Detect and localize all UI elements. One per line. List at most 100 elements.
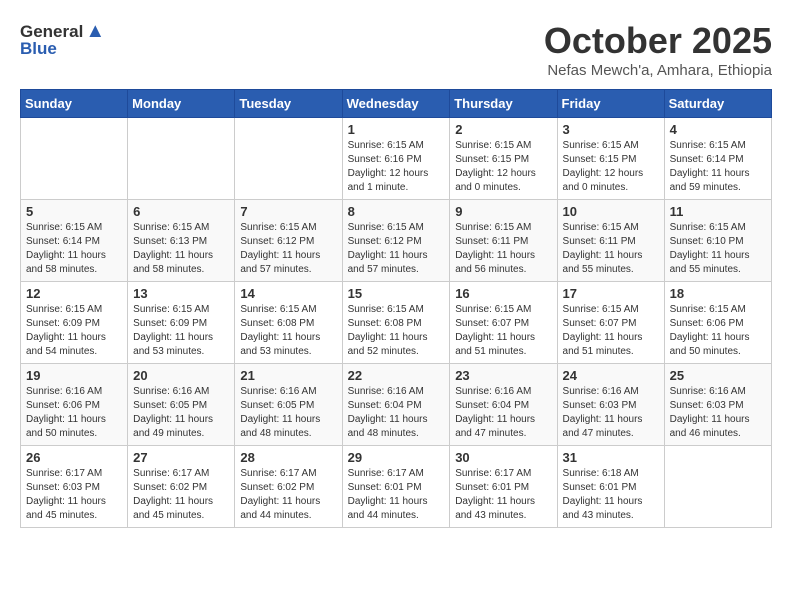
day-info: Sunrise: 6:16 AM Sunset: 6:05 PM Dayligh… [240, 385, 336, 441]
location-subtitle: Nefas Mewch'a, Amhara, Ethiopia [544, 62, 772, 79]
day-number: 7 [240, 204, 336, 219]
calendar-cell: 23 Sunrise: 6:16 AM Sunset: 6:04 PM Dayli… [450, 364, 557, 446]
day-info: Sunrise: 6:15 AM Sunset: 6:06 PM Dayligh… [670, 303, 766, 359]
day-info: Sunrise: 6:17 AM Sunset: 6:01 PM Dayligh… [455, 467, 551, 523]
day-number: 22 [348, 368, 445, 383]
calendar-cell: 9 Sunrise: 6:15 AM Sunset: 6:11 PM Daylig… [450, 200, 557, 282]
day-number: 26 [26, 450, 122, 465]
calendar-cell: 6 Sunrise: 6:15 AM Sunset: 6:13 PM Daylig… [128, 200, 235, 282]
calendar-cell: 11 Sunrise: 6:15 AM Sunset: 6:10 PM Dayli… [664, 200, 771, 282]
day-number: 10 [563, 204, 659, 219]
calendar-cell: 27 Sunrise: 6:17 AM Sunset: 6:02 PM Dayli… [128, 446, 235, 528]
day-number: 11 [670, 204, 766, 219]
day-number: 30 [455, 450, 551, 465]
day-number: 9 [455, 204, 551, 219]
weekday-header-thursday: Thursday [450, 90, 557, 118]
calendar-cell: 29 Sunrise: 6:17 AM Sunset: 6:01 PM Dayli… [342, 446, 450, 528]
calendar-cell: 4 Sunrise: 6:15 AM Sunset: 6:14 PM Daylig… [664, 118, 771, 200]
day-number: 29 [348, 450, 445, 465]
calendar-cell: 14Sunrise: 6:15 AM Sunset: 6:08 PM Dayli… [235, 282, 342, 364]
day-info: Sunrise: 6:16 AM Sunset: 6:06 PM Dayligh… [26, 385, 122, 441]
day-info: Sunrise: 6:17 AM Sunset: 6:02 PM Dayligh… [133, 467, 229, 523]
day-number: 3 [563, 122, 659, 137]
calendar-week-4: 19 Sunrise: 6:16 AM Sunset: 6:06 PM Dayli… [21, 364, 772, 446]
day-number: 27 [133, 450, 229, 465]
day-info: Sunrise: 6:16 AM Sunset: 6:03 PM Dayligh… [563, 385, 659, 441]
calendar-cell: 25 Sunrise: 6:16 AM Sunset: 6:03 PM Dayli… [664, 364, 771, 446]
day-number: 2 [455, 122, 551, 137]
calendar-cell: 18 Sunrise: 6:15 AM Sunset: 6:06 PM Dayli… [664, 282, 771, 364]
calendar-cell [235, 118, 342, 200]
weekday-header-saturday: Saturday [664, 90, 771, 118]
day-number: 20 [133, 368, 229, 383]
day-number: 14 [240, 286, 336, 301]
day-number: 16 [455, 286, 551, 301]
day-number: 4 [670, 122, 766, 137]
calendar-cell: 15 Sunrise: 6:15 AM Sunset: 6:08 PM Dayli… [342, 282, 450, 364]
day-info: Sunrise: 6:16 AM Sunset: 6:03 PM Dayligh… [670, 385, 766, 441]
calendar-cell: 24Sunrise: 6:16 AM Sunset: 6:03 PM Dayli… [557, 364, 664, 446]
weekday-header-friday: Friday [557, 90, 664, 118]
logo-bird-icon: ▲ [85, 20, 105, 43]
day-info: Sunrise: 6:16 AM Sunset: 6:04 PM Dayligh… [348, 385, 445, 441]
day-info: Sunrise: 6:15 AM Sunset: 6:08 PM Dayligh… [348, 303, 445, 359]
calendar-cell: 30 Sunrise: 6:17 AM Sunset: 6:01 PM Dayli… [450, 446, 557, 528]
day-number: 18 [670, 286, 766, 301]
calendar-cell: 28 Sunrise: 6:17 AM Sunset: 6:02 PM Dayli… [235, 446, 342, 528]
calendar-cell: 16 Sunrise: 6:15 AM Sunset: 6:07 PM Dayli… [450, 282, 557, 364]
day-info: Sunrise: 6:15 AM Sunset: 6:07 PM Dayligh… [563, 303, 659, 359]
day-info: Sunrise: 6:15 AM Sunset: 6:15 PM Dayligh… [563, 139, 659, 195]
day-number: 8 [348, 204, 445, 219]
day-info: Sunrise: 6:15 AM Sunset: 6:11 PM Dayligh… [455, 221, 551, 277]
day-number: 28 [240, 450, 336, 465]
day-number: 19 [26, 368, 122, 383]
day-info: Sunrise: 6:15 AM Sunset: 6:11 PM Dayligh… [563, 221, 659, 277]
day-number: 21 [240, 368, 336, 383]
calendar-cell: 31 Sunrise: 6:18 AM Sunset: 6:01 PM Dayli… [557, 446, 664, 528]
calendar-cell: 2Sunrise: 6:15 AM Sunset: 6:15 PM Daylig… [450, 118, 557, 200]
day-info: Sunrise: 6:15 AM Sunset: 6:10 PM Dayligh… [670, 221, 766, 277]
month-title: October 2025 [544, 20, 772, 62]
calendar-cell [128, 118, 235, 200]
weekday-header-tuesday: Tuesday [235, 90, 342, 118]
day-number: 31 [563, 450, 659, 465]
day-info: Sunrise: 6:15 AM Sunset: 6:12 PM Dayligh… [348, 221, 445, 277]
day-number: 17 [563, 286, 659, 301]
weekday-header-sunday: Sunday [21, 90, 128, 118]
day-info: Sunrise: 6:17 AM Sunset: 6:03 PM Dayligh… [26, 467, 122, 523]
day-info: Sunrise: 6:16 AM Sunset: 6:04 PM Dayligh… [455, 385, 551, 441]
day-info: Sunrise: 6:17 AM Sunset: 6:01 PM Dayligh… [348, 467, 445, 523]
day-number: 25 [670, 368, 766, 383]
title-section: October 2025 Nefas Mewch'a, Amhara, Ethi… [544, 20, 772, 79]
day-info: Sunrise: 6:17 AM Sunset: 6:02 PM Dayligh… [240, 467, 336, 523]
calendar-week-5: 26 Sunrise: 6:17 AM Sunset: 6:03 PM Dayli… [21, 446, 772, 528]
calendar-week-3: 12Sunrise: 6:15 AM Sunset: 6:09 PM Dayli… [21, 282, 772, 364]
weekday-header-monday: Monday [128, 90, 235, 118]
weekday-header-row: SundayMondayTuesdayWednesdayThursdayFrid… [21, 90, 772, 118]
day-number: 5 [26, 204, 122, 219]
day-number: 15 [348, 286, 445, 301]
calendar-cell: 8 Sunrise: 6:15 AM Sunset: 6:12 PM Daylig… [342, 200, 450, 282]
calendar-week-1: 1Sunrise: 6:15 AM Sunset: 6:16 PM Daylig… [21, 118, 772, 200]
calendar-cell: 13 Sunrise: 6:15 AM Sunset: 6:09 PM Dayli… [128, 282, 235, 364]
day-number: 13 [133, 286, 229, 301]
logo-blue: Blue [20, 39, 57, 59]
day-info: Sunrise: 6:16 AM Sunset: 6:05 PM Dayligh… [133, 385, 229, 441]
day-number: 1 [348, 122, 445, 137]
day-info: Sunrise: 6:15 AM Sunset: 6:09 PM Dayligh… [133, 303, 229, 359]
calendar-cell: 10 Sunrise: 6:15 AM Sunset: 6:11 PM Dayli… [557, 200, 664, 282]
day-info: Sunrise: 6:18 AM Sunset: 6:01 PM Dayligh… [563, 467, 659, 523]
day-info: Sunrise: 6:15 AM Sunset: 6:14 PM Dayligh… [670, 139, 766, 195]
day-number: 6 [133, 204, 229, 219]
calendar-cell: 20 Sunrise: 6:16 AM Sunset: 6:05 PM Dayli… [128, 364, 235, 446]
weekday-header-wednesday: Wednesday [342, 90, 450, 118]
day-info: Sunrise: 6:15 AM Sunset: 6:07 PM Dayligh… [455, 303, 551, 359]
calendar-cell [664, 446, 771, 528]
calendar-cell [21, 118, 128, 200]
calendar-cell: 17 Sunrise: 6:15 AM Sunset: 6:07 PM Dayli… [557, 282, 664, 364]
calendar-cell: 3 Sunrise: 6:15 AM Sunset: 6:15 PM Daylig… [557, 118, 664, 200]
day-number: 23 [455, 368, 551, 383]
calendar-cell: 12Sunrise: 6:15 AM Sunset: 6:09 PM Dayli… [21, 282, 128, 364]
day-info: Sunrise: 6:15 AM Sunset: 6:13 PM Dayligh… [133, 221, 229, 277]
calendar-cell: 1Sunrise: 6:15 AM Sunset: 6:16 PM Daylig… [342, 118, 450, 200]
